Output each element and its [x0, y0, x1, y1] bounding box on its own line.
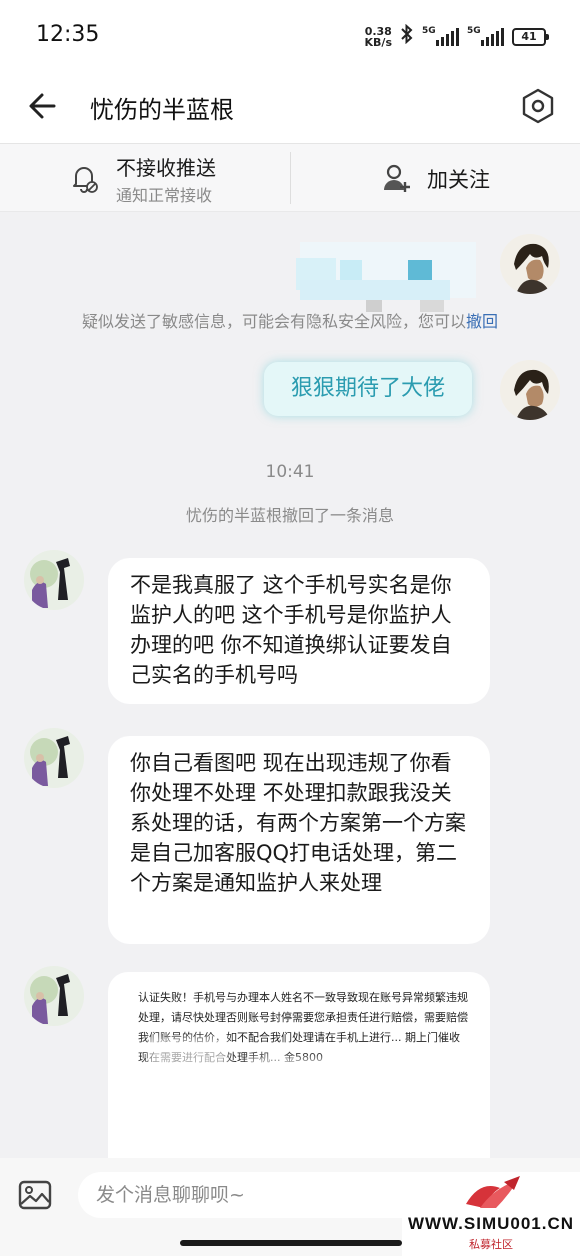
recall-link[interactable]: 撤回 — [466, 312, 498, 331]
follow-button[interactable]: 加关注 — [291, 144, 580, 212]
status-indicators: 0.38 KB/s 5G 5G 41 — [365, 23, 549, 49]
recall-notice: 忧伤的半蓝根撤回了一条消息 — [185, 506, 394, 525]
contact-avatar[interactable] — [24, 966, 84, 1026]
back-button[interactable] — [24, 86, 64, 126]
signal-sim1-icon: 5G — [422, 26, 459, 46]
blur-patch — [148, 1038, 228, 1082]
contact-message-bubble[interactable]: 你自己看图吧 现在出现违规了你看你处理不处理 不处理扣款跟我没关系处理的话，有两… — [108, 736, 490, 944]
contact-avatar[interactable] — [24, 550, 84, 610]
image-icon — [18, 1180, 52, 1210]
time-label: 10:41 — [265, 462, 315, 482]
chat-header: 忧伤的半蓝根 — [0, 72, 580, 144]
avatar-portrait-icon — [500, 234, 560, 294]
net-speed-value: 0.38 — [364, 24, 392, 38]
avatar-figures-icon — [24, 550, 84, 610]
avatar-portrait-icon — [500, 360, 560, 420]
signal-sim2-icon: 5G — [467, 26, 504, 46]
watermark-subtitle: 私募社区 — [469, 1238, 513, 1251]
contact-image-message[interactable]: 认证失败！手机号与办理本人姓名不一致导致现在账号异常频繁违规处理，请尽快处理否则… — [108, 972, 490, 1172]
blur-patch — [248, 1058, 348, 1092]
battery-icon: 41 — [512, 27, 549, 46]
push-title: 不接收推送 — [116, 156, 216, 180]
push-subtitle: 通知正常接收 — [116, 186, 213, 205]
push-setting-button[interactable]: 不接收推送 通知正常接收 — [0, 144, 290, 212]
home-indicator[interactable] — [180, 1240, 402, 1246]
contact-avatar[interactable] — [24, 728, 84, 788]
back-arrow-icon — [29, 93, 56, 119]
add-user-icon — [384, 164, 410, 192]
action-bar: 不接收推送 通知正常接收 加关注 — [0, 144, 580, 212]
watermark-url: WWW.SIMU001.CN — [407, 1214, 575, 1233]
network-speed: 0.38 KB/s — [365, 26, 392, 48]
follow-label: 加关注 — [427, 168, 490, 192]
bluetooth-icon — [400, 23, 414, 49]
sensitive-notice-text: 疑似发送了敏感信息，可能会有隐私安全风险，您可以 — [81, 312, 466, 331]
page-title: 忧伤的半蓝根 — [90, 96, 234, 124]
simu-logo-icon — [466, 1176, 520, 1208]
image-button[interactable] — [16, 1176, 54, 1214]
my-avatar[interactable] — [500, 360, 560, 420]
net-speed-unit: KB/s — [364, 35, 392, 49]
avatar-figures-icon — [24, 728, 84, 788]
watermark: WWW.SIMU001.CN 私募社区 — [402, 1172, 580, 1256]
my-message-bubble[interactable]: 狠狠期待了大佬 — [264, 362, 472, 416]
sensitive-notice: 疑似发送了敏感信息，可能会有隐私安全风险，您可以撤回 — [0, 308, 580, 332]
bell-off-icon — [73, 167, 98, 193]
status-bar: 12:35 0.38 KB/s 5G 5G 41 — [0, 0, 580, 72]
settings-button[interactable] — [516, 84, 560, 128]
settings-hex-icon — [522, 88, 554, 124]
status-time: 12:35 — [36, 22, 100, 47]
avatar-figures-icon — [24, 966, 84, 1026]
my-avatar[interactable] — [500, 234, 560, 294]
contact-message-bubble[interactable]: 不是我真服了 这个手机号实名是你监护人的吧 这个手机号是你监护人办理的吧 你不知… — [108, 558, 490, 704]
